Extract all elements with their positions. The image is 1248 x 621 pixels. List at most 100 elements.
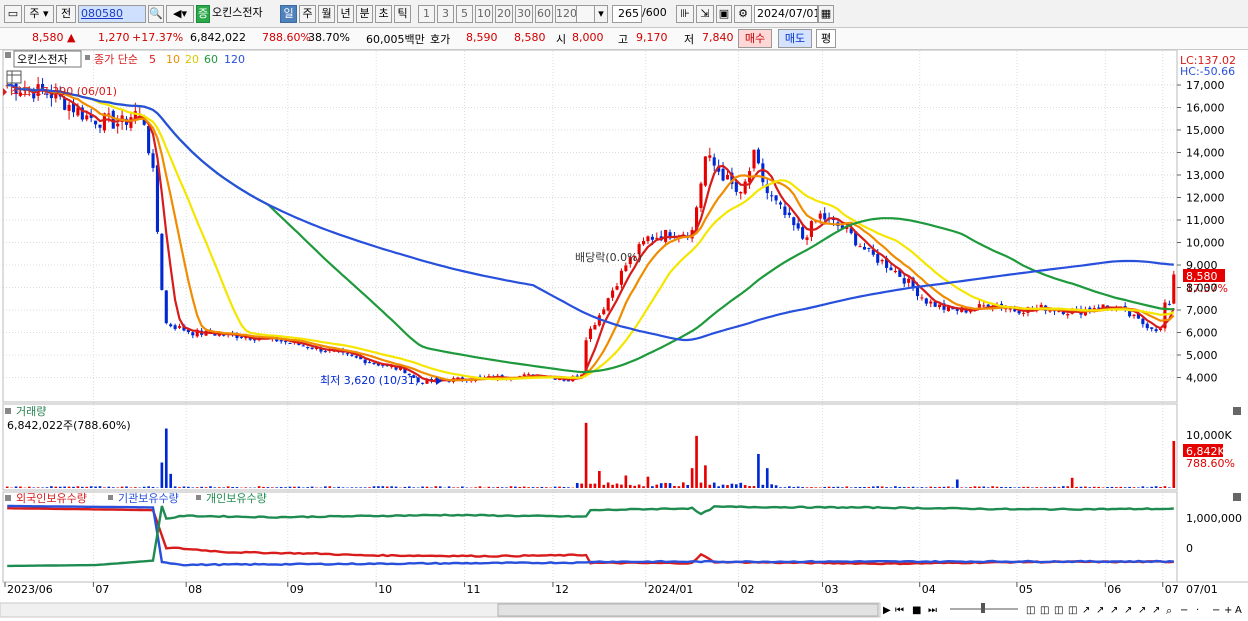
scroll-thumb[interactable] xyxy=(497,603,879,617)
candle-body xyxy=(164,290,168,324)
scroll-right-icon[interactable]: ▶ xyxy=(883,605,891,616)
volume-panel-frame xyxy=(2,403,1178,491)
search-icon[interactable]: 🔍 xyxy=(148,5,164,23)
interval-60[interactable]: 60 xyxy=(535,5,553,23)
volume-bar xyxy=(377,486,380,488)
count-input[interactable]: 265 xyxy=(612,5,642,23)
zoom-in-icon[interactable]: + xyxy=(1224,605,1232,616)
tab-4[interactable]: 분 xyxy=(356,5,373,23)
candle-settings-icon[interactable]: ⊪ xyxy=(676,5,694,23)
volume-close-icon[interactable] xyxy=(1233,407,1241,415)
tab-2[interactable]: 월 xyxy=(318,5,335,23)
volume-bar xyxy=(403,486,407,488)
volume-bar xyxy=(765,468,769,488)
gear-icon[interactable]: ⚙ xyxy=(734,5,752,23)
volume-value: 6,842,022주(788.60%) xyxy=(7,419,131,432)
candle-body xyxy=(363,359,367,364)
jeon-button[interactable]: 전 xyxy=(56,5,76,23)
x-tick-label: 10 xyxy=(378,583,392,596)
volume-bar xyxy=(721,484,725,488)
scroll-bar[interactable] xyxy=(0,602,881,618)
date-input[interactable]: 2024/07/01 xyxy=(754,5,818,23)
first-page-icon[interactable]: ⏮ xyxy=(895,605,904,616)
zoom-slider-handle[interactable] xyxy=(981,603,985,613)
candle-body xyxy=(1066,313,1070,316)
reset-icon[interactable]: · xyxy=(1196,605,1199,616)
bid-price-2: 8,580 xyxy=(514,31,546,44)
tab-6[interactable]: 틱 xyxy=(394,5,411,23)
legend-institution: 기관보유수량 xyxy=(118,492,179,505)
chart-svg[interactable]: 오킨스전자 종가 단순 5 10 20 60 120 LC:137.02 HC:… xyxy=(0,49,1248,621)
stock-code-input[interactable]: 080580 xyxy=(78,5,146,23)
interval-dropdown-icon[interactable]: ▾ xyxy=(594,5,608,23)
volume-bar xyxy=(1057,487,1061,488)
interval-20[interactable]: 20 xyxy=(495,5,513,23)
draw-icon-1[interactable]: ↗ xyxy=(1082,605,1090,616)
interval-120[interactable]: 120 xyxy=(555,5,577,23)
table-toggle-icon[interactable] xyxy=(6,70,22,84)
interval-5[interactable]: 5 xyxy=(456,5,473,23)
draw-icon-5[interactable]: ↗ xyxy=(1138,605,1146,616)
magnifier-icon[interactable]: ⌕ xyxy=(1166,604,1172,617)
volume-bar xyxy=(19,486,22,488)
volume-bar xyxy=(1070,477,1074,488)
sell-button[interactable]: 매도 xyxy=(778,29,812,48)
legend-sep-icon xyxy=(108,495,113,500)
candle-body xyxy=(1128,310,1132,317)
drawing-tool-icon[interactable]: ⇲ xyxy=(696,5,714,23)
volume-bar xyxy=(651,486,654,488)
tab-3[interactable]: 년 xyxy=(337,5,354,23)
volume-bar xyxy=(752,486,756,488)
tool-icon-2[interactable]: ◫ xyxy=(1040,605,1049,616)
zoom-minus-icon[interactable]: − xyxy=(1212,605,1220,616)
candle-body xyxy=(85,115,89,120)
x-tick-label: 08 xyxy=(188,583,202,596)
sound-select-icon[interactable]: ◀▾ xyxy=(166,5,194,23)
volume-bar xyxy=(72,486,75,488)
volume-bar xyxy=(332,487,336,488)
volume-bar xyxy=(394,486,398,488)
interval-1[interactable]: 1 xyxy=(418,5,435,23)
volume-bar xyxy=(14,486,18,488)
volume-bar xyxy=(978,486,981,488)
buy-button[interactable]: 매수 xyxy=(738,29,772,48)
draw-icon-4[interactable]: ↗ xyxy=(1124,605,1132,616)
volume-bar xyxy=(421,486,424,488)
save-icon[interactable]: ▣ xyxy=(716,5,732,23)
stop-icon[interactable]: ■ xyxy=(912,605,921,616)
tool-icon-1[interactable]: ◫ xyxy=(1026,605,1035,616)
window-menu-icon[interactable]: ▭ xyxy=(4,5,22,23)
interval-3[interactable]: 3 xyxy=(437,5,454,23)
volume-bar xyxy=(98,486,102,488)
candle-body xyxy=(787,212,791,216)
market-type-select[interactable]: 주 ▾ xyxy=(24,5,54,23)
interval-10[interactable]: 10 xyxy=(475,5,493,23)
turnover: 38.70% xyxy=(308,31,350,44)
candle-body xyxy=(306,347,310,349)
volume-bar xyxy=(306,487,310,488)
calendar-icon[interactable]: ▦ xyxy=(818,5,834,23)
candle-body xyxy=(169,324,173,327)
volume-bar xyxy=(160,462,164,488)
volume-bar xyxy=(902,487,906,488)
text-icon[interactable]: A xyxy=(1235,605,1242,616)
tool-icon-4[interactable]: ◫ xyxy=(1068,605,1077,616)
volume-bar xyxy=(699,482,703,488)
volume-bar xyxy=(32,487,36,488)
draw-icon-2[interactable]: ↗ xyxy=(1096,605,1104,616)
x-tick-label: 09 xyxy=(290,583,304,596)
interval-30[interactable]: 30 xyxy=(515,5,533,23)
eval-button[interactable]: 평 xyxy=(816,29,836,48)
tab-5[interactable]: 초 xyxy=(375,5,392,23)
holdings-close-icon[interactable] xyxy=(1233,493,1241,501)
candle-body xyxy=(805,237,809,240)
draw-icon-3[interactable]: ↗ xyxy=(1110,605,1118,616)
draw-icon-6[interactable]: ↗ xyxy=(1152,605,1160,616)
last-page-icon[interactable]: ⏭ xyxy=(928,605,937,616)
tab-0[interactable]: 일 xyxy=(280,5,297,23)
tool-icon-3[interactable]: ◫ xyxy=(1054,605,1063,616)
volume-bar xyxy=(425,486,429,488)
volume-bar xyxy=(606,482,610,488)
zoom-out-icon[interactable]: − xyxy=(1180,605,1188,616)
tab-1[interactable]: 주 xyxy=(299,5,316,23)
